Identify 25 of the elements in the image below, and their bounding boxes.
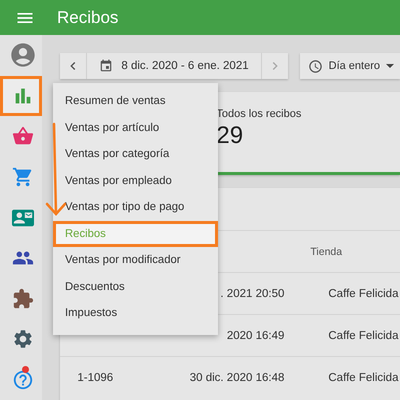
basket-icon xyxy=(12,125,34,148)
table-cell: 30 dic. 2020 16:48 xyxy=(190,372,284,384)
table-cell: 2020 16:49 xyxy=(226,330,284,342)
clock-icon xyxy=(308,58,323,74)
caret-icon xyxy=(386,64,394,68)
column-header[interactable]: Tienda xyxy=(284,246,400,258)
table-cell: Caffe Felicida xyxy=(328,372,398,384)
menu-item[interactable]: Descuentos xyxy=(53,274,218,300)
menu-item[interactable]: Impuestos xyxy=(53,300,218,326)
calendar-icon xyxy=(99,59,114,73)
sidebar-item[interactable] xyxy=(0,76,42,116)
avatar-icon xyxy=(8,41,37,70)
help-icon xyxy=(12,368,34,391)
table-cell: . 2021 20:50 xyxy=(220,288,284,300)
menu-item[interactable]: Ventas por tipo de pago xyxy=(53,194,218,220)
puzzle-icon xyxy=(12,288,34,310)
table-cell: 1-1096 xyxy=(77,372,114,384)
time-dropdown[interactable]: Día entero xyxy=(300,53,400,79)
table-cell: Caffe Felicida xyxy=(328,288,398,300)
table-cell: Caffe Felicida xyxy=(328,330,398,342)
settings-icon xyxy=(12,328,34,350)
date-range-button[interactable]: 8 dic. 2020 - 6 ene. 2021 xyxy=(86,53,262,79)
menu-item[interactable]: Ventas por modificador xyxy=(53,247,218,274)
page-title: Recibos xyxy=(57,8,118,28)
cart-icon xyxy=(12,166,34,188)
